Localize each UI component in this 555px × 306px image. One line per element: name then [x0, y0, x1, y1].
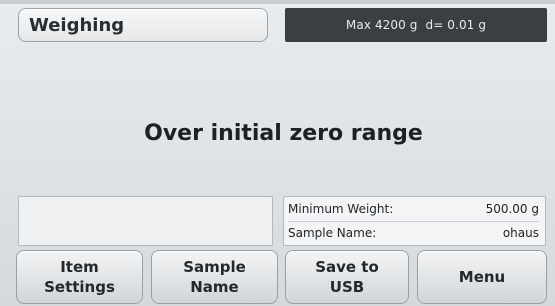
sample-name-row: Sample Name: ohaus	[288, 221, 539, 245]
minimum-weight-row: Minimum Weight: 500.00 g	[288, 197, 539, 222]
max-capacity-text: Max 4200 g	[345, 18, 418, 32]
application-mode-label: Weighing	[29, 14, 125, 36]
item-settings-button[interactable]: Item Settings	[16, 250, 143, 304]
menu-button[interactable]: Menu	[417, 250, 547, 304]
readability-text: d= 0.01 g	[425, 18, 487, 32]
auxiliary-display-box	[18, 196, 273, 246]
reference-info-panel: Minimum Weight: 500.00 g Sample Name: oh…	[283, 196, 546, 246]
status-message: Over initial zero range	[144, 121, 423, 146]
top-border	[0, 0, 555, 4]
application-mode-tab[interactable]: Weighing	[18, 8, 268, 42]
minimum-weight-label: Minimum Weight:	[288, 202, 394, 216]
sample-name-button[interactable]: Sample Name	[151, 250, 278, 304]
minimum-weight-value: 500.00 g	[485, 202, 539, 216]
sample-name-value: ohaus	[502, 226, 539, 240]
capacity-info-bar: Max 4200 g d= 0.01 g	[285, 8, 547, 42]
balance-screen: Weighing Max 4200 g d= 0.01 g Over initi…	[0, 0, 555, 306]
save-to-usb-button[interactable]: Save to USB	[285, 250, 409, 304]
sample-name-label: Sample Name:	[288, 226, 377, 240]
